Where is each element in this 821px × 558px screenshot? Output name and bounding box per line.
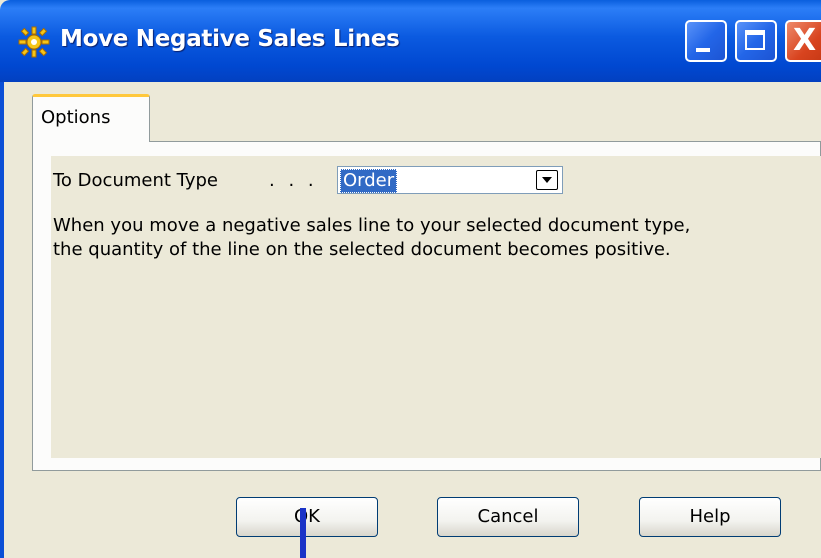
tab-options[interactable]: Options: [32, 94, 150, 142]
description-text: When you move a negative sales line to y…: [53, 215, 691, 260]
title-bar[interactable]: Move Negative Sales Lines X: [0, 0, 821, 82]
document-type-dots: . . .: [269, 170, 318, 191]
options-panel: To Document Type . . . Order When you mo…: [32, 141, 821, 471]
ok-button[interactable]: OK: [236, 497, 378, 537]
document-type-value: Order: [340, 169, 398, 193]
chevron-down-icon: [542, 177, 552, 183]
close-button[interactable]: X: [785, 20, 821, 62]
window-frame-left: [0, 82, 4, 558]
sun-gear-icon: [18, 26, 50, 58]
window-title: Move Negative Sales Lines: [60, 26, 400, 52]
document-type-label: To Document Type: [53, 170, 218, 191]
tab-options-label: Options: [41, 107, 111, 128]
minimize-icon: [696, 48, 710, 52]
options-panel-body: To Document Type . . . Order When you mo…: [51, 156, 821, 458]
dialog-window: Move Negative Sales Lines X Options To D…: [0, 0, 821, 558]
document-type-dropdown[interactable]: Order: [337, 166, 563, 194]
dropdown-button[interactable]: [536, 170, 558, 190]
minimize-button[interactable]: [685, 20, 727, 62]
maximize-button[interactable]: [735, 20, 777, 62]
maximize-icon: [745, 30, 765, 50]
text-cursor-icon: [300, 508, 306, 558]
cancel-button[interactable]: Cancel: [437, 497, 579, 537]
close-icon: X: [793, 23, 817, 58]
help-button[interactable]: Help: [639, 497, 781, 537]
